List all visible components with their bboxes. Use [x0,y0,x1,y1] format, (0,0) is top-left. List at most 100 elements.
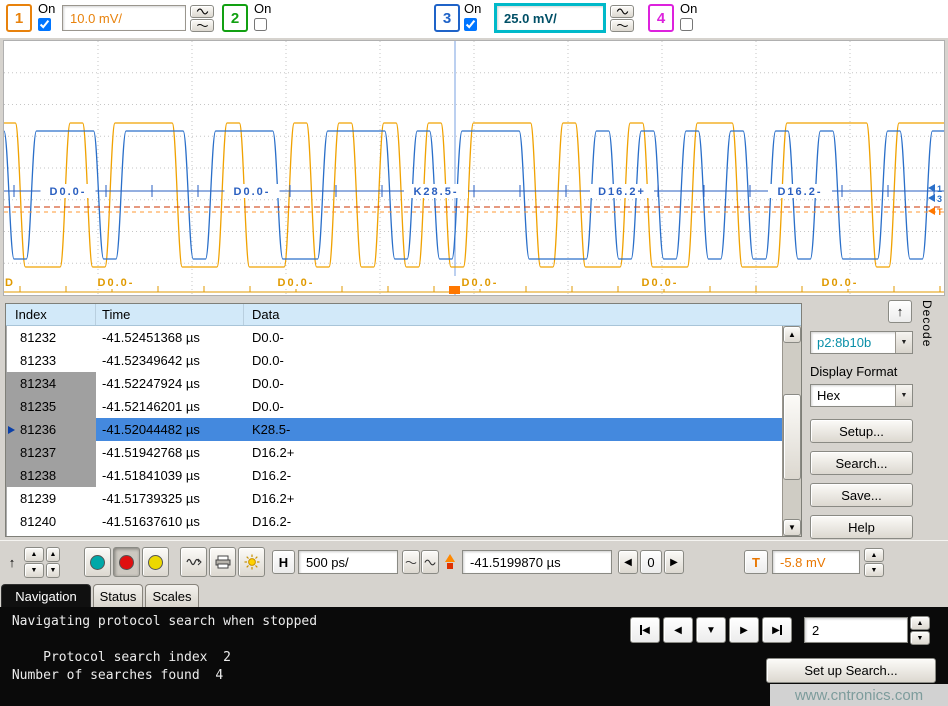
brightness-button[interactable] [238,547,265,577]
spin-up-button[interactable]: ▲ [46,547,60,562]
channel-1-scale-field[interactable]: 10.0 mV/ [62,5,186,31]
table-scrollbar[interactable]: ▲ ▼ [782,326,801,536]
channel-3-on-checkbox[interactable] [464,18,477,31]
timebase-scale-field[interactable]: 500 ps/ [298,550,398,574]
column-header-time[interactable]: Time [96,304,244,325]
setup-search-button[interactable]: Set up Search... [766,658,936,683]
left-arrow-icon: ◀ [624,557,632,568]
center-zero-button[interactable]: 0 [640,550,662,574]
last-search-button[interactable]: ▶ [762,617,792,643]
channel-4-button[interactable]: 4 [648,4,674,32]
run-button[interactable] [84,547,111,577]
cell-time: -41.52146201 µs [96,395,244,418]
setup-button[interactable]: Setup... [810,419,913,443]
channel-3-scale-increase-button[interactable] [610,5,634,18]
search-button[interactable]: Search... [810,451,913,475]
scroll-down-button[interactable]: ▼ [783,519,801,536]
search-index-field[interactable]: 2 [804,617,908,643]
next-search-button[interactable]: ▶ [729,617,759,643]
table-row[interactable]: 81239-41.51739325 µsD16.2+ [6,487,782,510]
table-row[interactable]: 81234-41.52247924 µsD0.0- [6,372,782,395]
channel-4-on-checkbox[interactable] [680,18,693,31]
table-row[interactable]: 81237-41.51942768 µsD16.2+ [6,441,782,464]
channel-toolbar: 1 On 10.0 mV/ 2 On 3 On 25.0 mV/ [0,0,948,38]
stop-button[interactable] [113,547,140,577]
column-header-data[interactable]: Data [244,304,801,325]
svg-text:D16.2+: D16.2+ [598,186,646,198]
waveform-display[interactable]: D0.0-D0.0-K28.5-D16.2+D16.2-DD0.0-D0.0-D… [3,40,945,296]
squiggle-icon [186,557,202,567]
channel-1-scale-increase-button[interactable] [190,5,214,18]
spin-down-button[interactable]: ▼ [864,563,884,577]
decode-source-select[interactable]: p2:8b10b ▼ [810,331,913,354]
tab-status[interactable]: Status [93,584,143,607]
channel-2-button[interactable]: 2 [222,4,248,32]
table-header-row: Index Time Data [6,304,801,326]
print-button[interactable] [209,547,236,577]
single-button[interactable] [142,547,169,577]
waveform-canvas: D0.0-D0.0-K28.5-D16.2+D16.2-DD0.0-D0.0-D… [4,41,944,295]
current-row-marker-icon [8,426,15,434]
trigger-menu-button[interactable]: T [744,550,768,574]
scrollbar-thumb[interactable] [783,394,801,480]
up-arrow-icon: ▲ [788,330,796,339]
decode-panel-label: Decode [920,300,934,370]
spin-up-button[interactable]: ▲ [24,547,44,562]
spin-up-button[interactable]: ▲ [910,616,930,630]
channel-1-scale-decrease-button[interactable] [190,19,214,32]
trigger-level-field[interactable]: -5.8 mV [772,550,860,574]
scroll-up-button[interactable]: ▲ [783,326,801,343]
first-search-button[interactable]: ◀ [630,617,660,643]
channel-1-on-label: On [38,2,55,16]
timebase-zoom-out-button[interactable] [402,550,420,574]
table-row[interactable]: 81235-41.52146201 µsD0.0- [6,395,782,418]
channel-3-scale-field[interactable]: 25.0 mV/ [494,3,606,33]
spin-down-button[interactable]: ▼ [46,563,60,578]
horizontal-position-field[interactable]: -41.5199870 µs [462,550,612,574]
column-header-index[interactable]: Index [6,304,96,325]
channel-1-on-control: On [38,2,55,31]
channel-3-scale-decrease-button[interactable] [610,19,634,32]
trigger-position-icon [442,550,458,574]
display-format-select[interactable]: Hex ▼ [810,384,913,407]
pan-left-button[interactable]: ◀ [618,550,638,574]
spin-up-button[interactable]: ▲ [864,548,884,562]
channel-3-button[interactable]: 3 [434,4,460,32]
save-button[interactable]: Save... [810,483,913,507]
table-row[interactable]: 81240-41.51637610 µsD16.2- [6,510,782,533]
channel-4-on-control: On [680,2,697,31]
pan-right-button[interactable]: ▶ [664,550,684,574]
previous-search-button[interactable]: ◀ [663,617,693,643]
touch-button[interactable] [180,547,207,577]
up-arrow-icon: ↑ [9,555,16,570]
tab-scales[interactable]: Scales [145,584,199,607]
cell-time: -41.51739325 µs [96,487,244,510]
help-button[interactable]: Help [810,515,913,539]
spin-down-button[interactable]: ▼ [24,563,44,578]
channel-1-button[interactable]: 1 [6,4,32,32]
table-row[interactable]: 81233-41.52349642 µsD0.0- [6,349,782,372]
right-arrow-icon: ▶ [740,625,748,636]
cell-time: -41.52247924 µs [96,372,244,395]
current-search-button[interactable]: ▼ [696,617,726,643]
cell-time: -41.52349642 µs [96,349,244,372]
cell-data: D16.2+ [244,487,782,510]
channel-1-on-checkbox[interactable] [38,18,51,31]
left-arrow-icon: ◀ [674,625,682,636]
spin-down-button[interactable]: ▼ [910,631,930,645]
cell-data: D0.0- [244,372,782,395]
sine-large-icon [196,8,209,15]
table-row[interactable]: 81238-41.51841039 µsD16.2- [6,464,782,487]
table-row[interactable]: 81236-41.52044482 µsK28.5- [6,418,782,441]
channel-2-on-checkbox[interactable] [254,18,267,31]
tab-navigation[interactable]: Navigation [1,584,91,607]
display-format-label: Display Format [810,364,897,379]
oscilloscope-window: 1 On 10.0 mV/ 2 On 3 On 25.0 mV/ [0,0,948,706]
pan-up-button[interactable]: ↑ [4,549,20,575]
up-arrow-icon: ↑ [897,304,904,319]
timebase-zoom-in-button[interactable] [421,550,439,574]
panel-collapse-button[interactable]: ↑ [888,300,912,323]
table-row[interactable]: 81232-41.52451368 µsD0.0- [6,326,782,349]
horizontal-menu-button[interactable]: H [272,550,295,574]
svg-text:D: D [5,277,15,289]
